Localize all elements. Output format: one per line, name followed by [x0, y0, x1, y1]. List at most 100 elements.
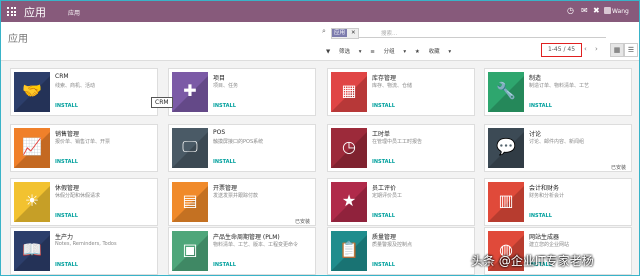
install-button[interactable]: INSTALL — [55, 103, 78, 109]
pager-value[interactable]: 1-45 / 45 — [541, 43, 582, 57]
app-title: 应用 — [24, 6, 46, 19]
search-bar[interactable]: ⌕ 应用 ✕ 搜索... — [322, 27, 606, 39]
app-card[interactable]: 📖 生产力 Notes, Reminders, Todos INSTALL — [10, 227, 158, 275]
app-icon: ◷ — [331, 128, 367, 168]
app-name: 开票管理 — [213, 185, 238, 192]
package-icon: ▣ — [182, 240, 198, 259]
document-icon: ▥ — [498, 191, 514, 210]
clock-icon: ◷ — [342, 137, 356, 156]
filters-button[interactable]: ▼ 筛选 ▾ — [326, 49, 362, 55]
pager-previous-icon[interactable]: ‹ — [584, 45, 587, 53]
apps-menu-icon[interactable] — [7, 7, 16, 16]
avatar[interactable] — [604, 7, 611, 14]
app-summary: 物料清单、工艺、版本、工程变更命令 — [213, 242, 299, 248]
app-summary: 在管理中员工工时报告 — [372, 139, 423, 145]
app-icon: 📖 — [14, 231, 50, 271]
kanban-view-icon[interactable]: ▦ — [610, 43, 624, 57]
user-menu[interactable]: Wang — [612, 8, 629, 15]
activity-clock-icon[interactable]: ◷ — [567, 6, 574, 16]
install-button[interactable]: INSTALL — [372, 159, 395, 165]
app-summary: 发送发票并跟踪付款 — [213, 193, 259, 199]
control-panel: 应用 ⌕ 应用 ✕ 搜索... ▼ 筛选 ▾ ≡ 分组 ▾ ★ 收藏 ▾ 1-45… — [1, 22, 639, 61]
app-card[interactable]: ◷ 工时单 在管理中员工工时报告 INSTALL — [327, 124, 475, 172]
install-button[interactable]: INSTALL — [213, 103, 236, 109]
app-name: 制造 — [529, 75, 542, 82]
search-input[interactable]: 搜索... — [381, 29, 397, 37]
favorites-button[interactable]: ★ 收藏 ▾ — [415, 49, 451, 55]
app-summary: 线索、商机、活动 — [55, 83, 96, 89]
app-card[interactable]: ★ 员工评价 定期评价员工 INSTALL — [327, 178, 475, 226]
app-summary: 项目、任务 — [213, 83, 239, 89]
app-icon: 🔧 — [488, 72, 524, 112]
app-card[interactable]: ▦ 库存管理 库存、物流、仓储 INSTALL — [327, 68, 475, 116]
app-icon: ▥ — [488, 182, 524, 222]
breadcrumb: 应用 — [8, 34, 28, 45]
puzzle-icon: ✚ — [183, 81, 197, 100]
app-summary: 质量警报及控制点 — [372, 242, 413, 248]
star-icon: ★ — [414, 49, 420, 55]
app-card[interactable]: 🤝 CRM 线索、商机、活动 INSTALL — [10, 68, 158, 116]
watermark: 头条 @企业IT专家老杨 — [471, 254, 594, 268]
list-view-icon[interactable]: ☰ — [624, 43, 638, 57]
filter-icon: ▼ — [326, 49, 331, 55]
chat-icon[interactable]: ✉ — [581, 6, 588, 16]
invoice-icon: ▤ — [182, 191, 198, 210]
app-icon: 💬 — [488, 128, 524, 168]
app-name: 质量管理 — [372, 234, 397, 241]
debug-close-icon[interactable]: ✖ — [593, 6, 600, 16]
install-button[interactable]: INSTALL — [213, 159, 236, 165]
install-button[interactable]: INSTALL — [213, 262, 236, 268]
installed-badge: 已安装 — [294, 219, 310, 225]
app-card[interactable]: 🖵 POS 触摸屏接口的POS系统 INSTALL — [168, 124, 316, 172]
app-icon: 📋 — [331, 231, 367, 271]
app-window: 应用 应用 ◷ ✉ ✖ Wang 应用 ⌕ 应用 ✕ 搜索... ▼ 筛选 ▾ ≡… — [0, 0, 640, 276]
install-button[interactable]: INSTALL — [55, 159, 78, 165]
chat-icon: 💬 — [496, 137, 516, 156]
install-button[interactable]: INSTALL — [55, 213, 78, 219]
tooltip: CRM — [151, 97, 173, 108]
app-card[interactable]: ▣ 产品生命周期管理 (PLM) 物料清单、工艺、版本、工程变更命令 INSTALL — [168, 227, 316, 275]
app-icon: ▤ — [172, 182, 208, 222]
app-card[interactable]: 🔧 制造 制造订单、物料清单、工艺 INSTALL — [484, 68, 632, 116]
app-icon: ★ — [331, 182, 367, 222]
app-name: 休假管理 — [55, 185, 80, 192]
app-card[interactable]: ▤ 开票管理 发送发票并跟踪付款已安装 — [168, 178, 316, 226]
menu-item-apps[interactable]: 应用 — [68, 8, 80, 17]
sun-icon: ☀ — [24, 191, 40, 210]
app-card[interactable]: ☀ 休假管理 休假分配和休假请求 INSTALL — [10, 178, 158, 226]
clipboard-icon: 📋 — [339, 240, 359, 259]
wrench-icon: 🔧 — [496, 81, 516, 100]
app-icon: ▦ — [331, 72, 367, 112]
install-button[interactable]: INSTALL — [529, 103, 552, 109]
group-by-button[interactable]: ≡ 分组 ▾ — [370, 49, 406, 55]
app-name: 会计和财务 — [529, 185, 560, 192]
install-button[interactable]: INSTALL — [372, 262, 395, 268]
app-icon: 🤝 — [14, 72, 50, 112]
install-button[interactable]: INSTALL — [372, 213, 395, 219]
app-icon: 🖵 — [172, 128, 208, 168]
install-button[interactable]: INSTALL — [55, 262, 78, 268]
installed-badge: 已安装 — [610, 165, 626, 171]
app-name: 员工评价 — [372, 185, 397, 192]
app-card[interactable]: 📋 质量管理 质量警报及控制点 INSTALL — [327, 227, 475, 275]
facet-remove-icon[interactable]: ✕ — [351, 30, 358, 36]
book-icon: 📖 — [22, 240, 42, 259]
app-summary: 库存、物流、仓储 — [372, 83, 413, 89]
app-name: 讨论 — [529, 131, 542, 138]
app-name: 项目 — [213, 75, 226, 82]
install-button[interactable]: INSTALL — [372, 103, 395, 109]
chart-icon: 📈 — [22, 137, 42, 156]
app-card[interactable]: 📈 销售管理 报价单、销售订单、开票 INSTALL — [10, 124, 158, 172]
app-summary: 休假分配和休假请求 — [55, 193, 101, 199]
app-card[interactable]: ✚ 项目 项目、任务 INSTALL — [168, 68, 316, 116]
app-card[interactable]: 💬 讨论 讨论、邮件内容、新闻组 已安装 — [484, 124, 632, 172]
star-icon: ★ — [341, 191, 357, 210]
app-summary: 建立您的企业网站 — [529, 242, 570, 248]
install-button[interactable]: INSTALL — [529, 213, 552, 219]
pager-next-icon[interactable]: › — [595, 45, 598, 53]
app-icon: ▣ — [172, 231, 208, 271]
monitor-icon: 🖵 — [182, 137, 198, 156]
app-summary: 定期评价员工 — [372, 193, 403, 199]
app-summary: Notes, Reminders, Todos — [55, 241, 117, 247]
app-card[interactable]: ▥ 会计和财务 财务和分析会计 INSTALL — [484, 178, 632, 226]
